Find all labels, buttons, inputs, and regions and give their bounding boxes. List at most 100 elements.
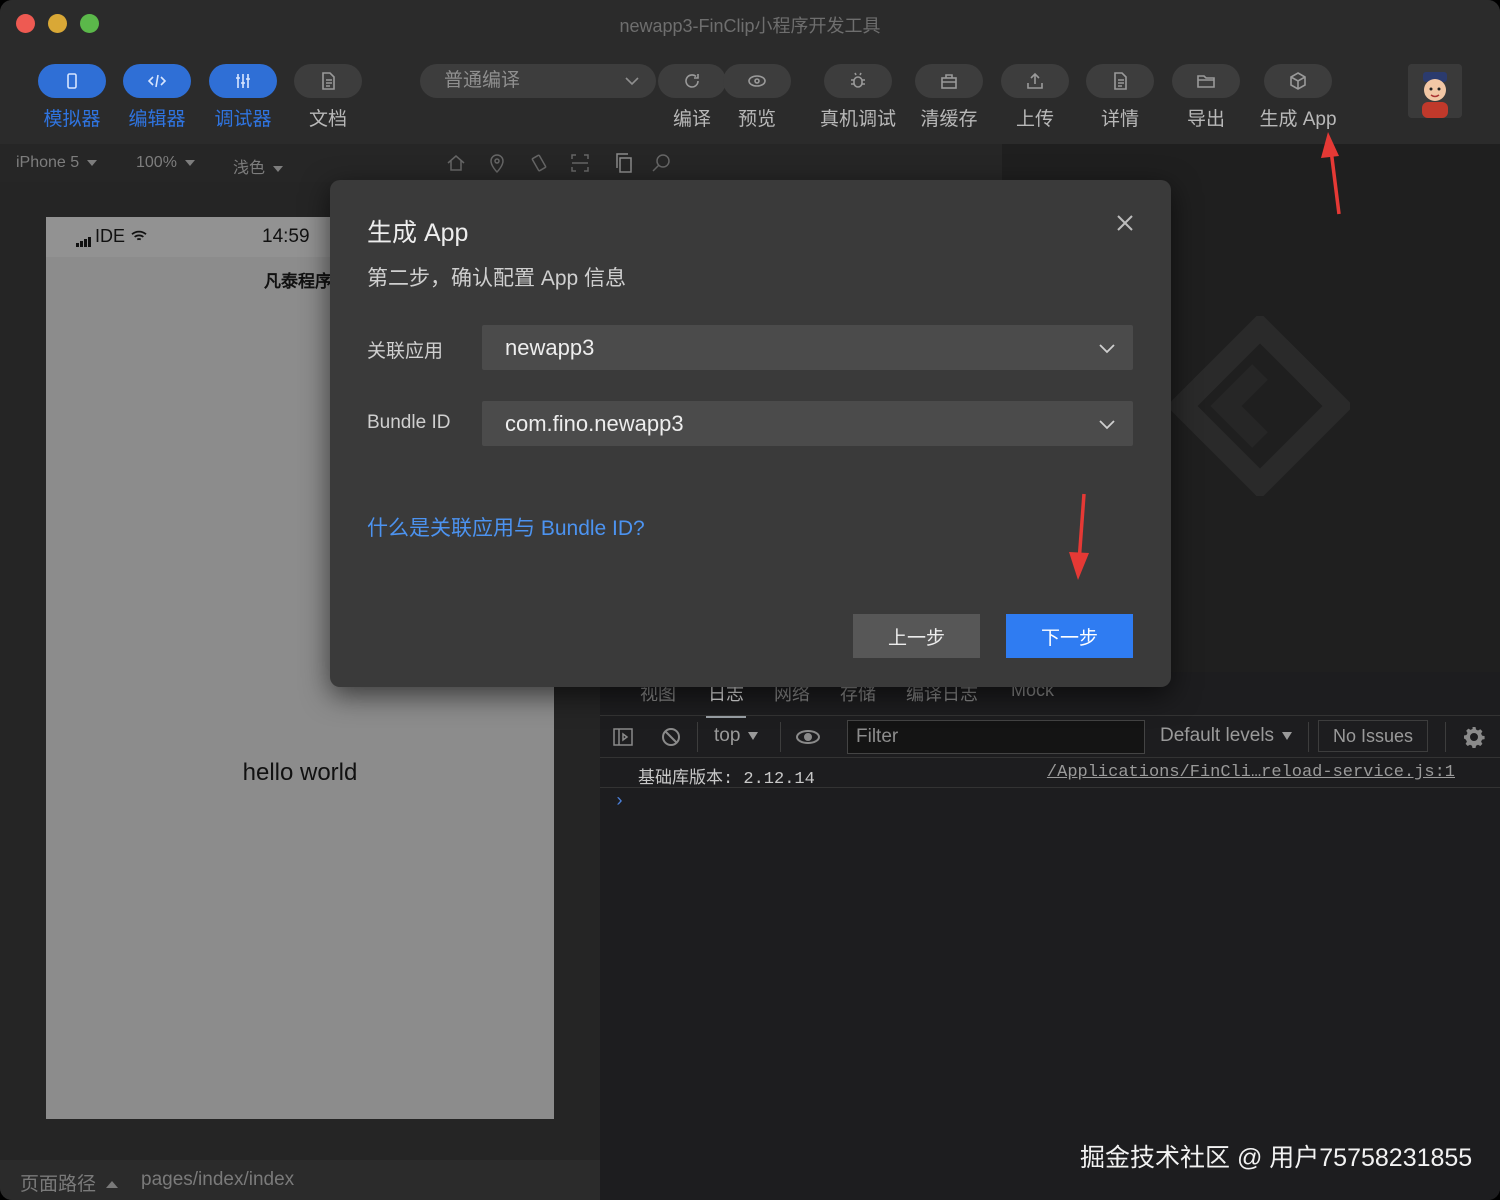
simulator-label: 模拟器 (43, 109, 101, 130)
caret-down-icon (273, 165, 284, 172)
editor-toggle-button[interactable] (123, 64, 191, 98)
app-window: newapp3-FinClip小程序开发工具 模拟器 编辑器 调试器 文档 普通… (0, 0, 1500, 1200)
log-message: 基础库版本: 2.12.14 (638, 770, 815, 789)
live-expression-eye-icon[interactable] (795, 726, 821, 748)
preview-button[interactable] (723, 64, 791, 98)
code-icon (147, 74, 167, 88)
remote-debug-label: 真机调试 (819, 109, 896, 130)
chevron-down-icon (625, 77, 639, 86)
export-label: 导出 (1186, 109, 1225, 130)
annotation-arrow-icon (1321, 132, 1341, 215)
debugger-toggle-button[interactable] (209, 64, 277, 98)
user-avatar-icon (1408, 64, 1462, 118)
box-icon (1290, 72, 1306, 90)
clear-console-icon[interactable] (660, 726, 682, 748)
remote-debug-button[interactable] (824, 64, 892, 98)
upload-label: 上传 (1015, 109, 1054, 130)
wifi-icon (131, 230, 147, 241)
page-path-bar: 页面路径 pages/index/index (0, 1160, 600, 1200)
dialog-title: 生成 App (367, 219, 469, 247)
page-path-toggle[interactable]: 页面路径 (20, 1169, 119, 1196)
toolbar-divider (697, 722, 698, 752)
caret-down-icon (184, 159, 195, 166)
console-prompt[interactable]: › (614, 792, 625, 812)
hello-world-text: hello world (242, 759, 358, 786)
annotation-arrow-icon (1069, 493, 1089, 580)
log-levels-select[interactable]: Default levels (1160, 725, 1293, 747)
generate-app-button[interactable] (1264, 64, 1332, 98)
linked-app-select[interactable]: newapp3 (482, 325, 1133, 370)
scan-icon[interactable] (569, 152, 591, 174)
sidebar-toggle-icon[interactable] (612, 726, 634, 748)
user-avatar[interactable] (1408, 64, 1462, 118)
clear-cache-button[interactable] (915, 64, 983, 98)
title-bar: newapp3-FinClip小程序开发工具 (0, 0, 1500, 46)
export-button[interactable] (1172, 64, 1240, 98)
details-icon (1114, 72, 1127, 90)
docs-label: 文档 (308, 109, 347, 130)
linked-app-value: newapp3 (505, 335, 595, 360)
copy-icon[interactable] (613, 152, 635, 174)
compile-button[interactable] (658, 64, 726, 98)
docs-button[interactable] (294, 64, 362, 98)
simulator-subbar: iPhone 5 100% 浅色 (0, 144, 1002, 182)
mini-program-nav-title: 凡泰程序 (264, 272, 332, 291)
bundle-id-help-link[interactable]: 什么是关联应用与 Bundle ID? (367, 512, 645, 542)
caret-down-icon (748, 731, 759, 740)
location-icon[interactable] (486, 152, 508, 174)
simulator-toggle-button[interactable] (38, 64, 106, 98)
main-toolbar: 模拟器 编辑器 调试器 文档 普通编译 编译 预览 真机调试 清缓存 上传 详情… (0, 46, 1500, 144)
caret-down-icon (1282, 731, 1293, 740)
sliders-icon (236, 74, 250, 88)
finclip-logo-icon (1170, 316, 1350, 496)
close-icon[interactable] (1112, 210, 1138, 236)
folder-icon (1197, 75, 1215, 88)
issues-button[interactable]: No Issues (1318, 720, 1428, 752)
clear-cache-label: 清缓存 (920, 109, 978, 130)
upload-button[interactable] (1001, 64, 1069, 98)
details-button[interactable] (1086, 64, 1154, 98)
toolbar-divider (1445, 722, 1446, 752)
eye-icon (748, 75, 766, 87)
linked-app-label: 关联应用 (367, 341, 444, 362)
generate-app-label: 生成 App (1259, 109, 1337, 130)
caret-down-icon (87, 159, 98, 166)
bundle-id-label: Bundle ID (367, 412, 451, 433)
compile-mode-value: 普通编译 (444, 70, 521, 91)
toolbar-divider (780, 722, 781, 752)
console-toolbar: top Default levels No Issues (600, 716, 1500, 758)
generate-app-dialog: 生成 App 第二步，确认配置 App 信息 关联应用 newapp3 Bund… (330, 180, 1171, 687)
home-icon[interactable] (445, 152, 467, 174)
console-log-row: 基础库版本: 2.12.14 /Applications/FinCli…relo… (600, 758, 1500, 789)
previous-step-button[interactable]: 上一步 (853, 614, 980, 658)
devtools-panel: 视图 日志 网络 存储 编译日志 Mock top Default levels… (600, 672, 1500, 1200)
log-source-link[interactable]: /Applications/FinCli…reload-service.js:1 (1047, 763, 1455, 782)
context-select[interactable]: top (714, 725, 759, 747)
gear-icon[interactable] (1463, 726, 1485, 748)
bundle-id-value: com.fino.newapp3 (505, 411, 684, 436)
theme-select[interactable]: 浅色 (233, 154, 284, 178)
bug-icon (851, 72, 865, 88)
window-title: newapp3-FinClip小程序开发工具 (619, 16, 881, 36)
chevron-down-icon (1099, 420, 1115, 430)
toolbar-divider (1308, 722, 1309, 752)
zoom-select[interactable]: 100% (136, 154, 195, 172)
status-carrier: IDE (76, 226, 148, 247)
rotate-icon[interactable] (528, 152, 550, 174)
site-watermark: 掘金技术社区 @ 用户75758231855 (1080, 1144, 1473, 1172)
next-step-button[interactable]: 下一步 (1006, 614, 1133, 658)
document-icon (322, 72, 335, 90)
compile-mode-select[interactable]: 普通编译 (420, 64, 656, 98)
search-icon[interactable] (650, 152, 672, 174)
device-select[interactable]: iPhone 5 (16, 154, 98, 172)
cache-icon (941, 74, 957, 89)
bundle-id-select[interactable]: com.fino.newapp3 (482, 401, 1133, 446)
preview-label: 预览 (737, 109, 776, 130)
upload-icon (1027, 72, 1043, 89)
dialog-subtitle: 第二步，确认配置 App 信息 (367, 267, 627, 290)
editor-label: 编辑器 (128, 109, 186, 130)
phone-icon (67, 73, 77, 89)
console-filter-input[interactable] (847, 720, 1145, 754)
caret-up-icon (106, 1181, 119, 1189)
page-path-value: pages/index/index (141, 1169, 295, 1190)
